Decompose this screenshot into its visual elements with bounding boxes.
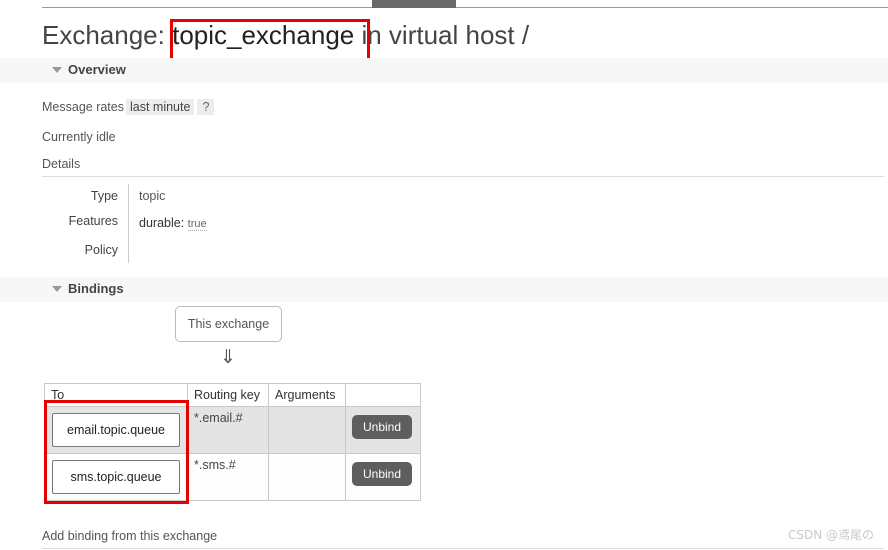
active-tab-indicator[interactable] <box>372 0 456 8</box>
page-title-suffix: in virtual host / <box>354 20 530 50</box>
bindings-table-header-row: To Routing key Arguments <box>44 383 421 407</box>
tab-strip-rule <box>42 7 888 8</box>
queue-link-email[interactable]: email.topic.queue <box>52 413 180 447</box>
details-row-policy: Policy <box>42 238 359 263</box>
binding-arguments-cell <box>268 453 346 501</box>
column-header-to: To <box>44 383 188 407</box>
section-bindings-label: Bindings <box>68 281 124 296</box>
chevron-down-icon[interactable] <box>52 67 62 73</box>
down-arrow-icon: ⇓ <box>220 347 236 368</box>
page-title: Exchange: topic_exchange in virtual host… <box>42 20 529 51</box>
exchange-name: topic_exchange <box>172 20 355 50</box>
binding-routing-key-cell: *.sms.# <box>187 453 269 501</box>
details-row-features: Features durable: true <box>42 209 359 238</box>
details-label-type: Type <box>90 189 118 203</box>
details-row-type: Type topic <box>42 184 359 209</box>
queue-link-sms[interactable]: sms.topic.queue <box>52 460 180 494</box>
feature-value-durable: true <box>187 218 207 231</box>
section-header-overview[interactable]: Overview <box>0 58 888 83</box>
binding-to-cell: email.topic.queue <box>44 406 188 454</box>
details-label-features: Features <box>68 214 118 228</box>
binding-action-cell: Unbind <box>345 406 421 454</box>
details-value-features: durable: true <box>128 209 359 238</box>
this-exchange-box: This exchange <box>175 306 282 342</box>
unbind-button[interactable]: Unbind <box>352 462 413 486</box>
binding-to-cell: sms.topic.queue <box>44 453 188 501</box>
bindings-table: To Routing key Arguments email.topic.que… <box>44 383 421 501</box>
binding-arguments-cell <box>268 406 346 454</box>
column-header-arguments: Arguments <box>268 383 346 407</box>
binding-action-cell: Unbind <box>345 453 421 501</box>
footer-divider <box>42 548 884 549</box>
details-value-type: topic <box>128 184 359 209</box>
feature-key-durable: durable: <box>139 216 185 230</box>
details-label-policy: Policy <box>84 243 118 257</box>
details-label: Details <box>42 157 81 171</box>
column-header-actions <box>345 383 421 407</box>
details-value-policy <box>128 238 359 263</box>
message-rates-label: Message rates <box>42 100 124 114</box>
table-row: email.topic.queue *.email.# Unbind <box>44 406 421 454</box>
table-row: sms.topic.queue *.sms.# Unbind <box>44 453 421 501</box>
add-binding-link[interactable]: Add binding from this exchange <box>42 529 217 543</box>
exchange-details-table: Type topic Features durable: true Policy <box>42 184 359 263</box>
section-overview-label: Overview <box>68 62 126 77</box>
message-rates-row: Message rates last minute? <box>42 99 215 115</box>
help-icon[interactable]: ? <box>197 99 215 115</box>
message-rates-period-select[interactable]: last minute <box>125 99 195 115</box>
section-header-bindings[interactable]: Bindings <box>0 277 888 302</box>
page-title-prefix: Exchange: <box>42 20 173 50</box>
column-header-routing-key: Routing key <box>187 383 269 407</box>
watermark: CSDN @鸢尾の <box>787 528 874 542</box>
chevron-down-icon[interactable] <box>52 286 62 292</box>
status-text: Currently idle <box>42 130 116 144</box>
details-divider <box>42 176 884 177</box>
binding-routing-key-cell: *.email.# <box>187 406 269 454</box>
unbind-button[interactable]: Unbind <box>352 415 413 439</box>
top-tab-strip <box>0 0 888 8</box>
